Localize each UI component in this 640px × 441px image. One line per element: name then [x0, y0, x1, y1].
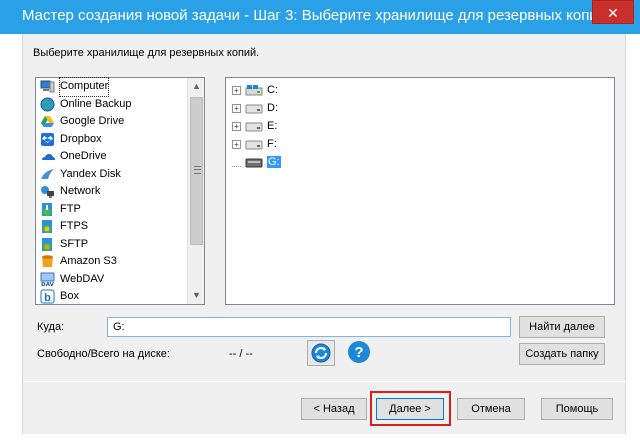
computer-icon — [40, 80, 55, 93]
storage-item-label: Dropbox — [60, 132, 102, 145]
scroll-thumb[interactable] — [190, 97, 203, 245]
drive-node-g[interactable]: G: — [232, 153, 281, 171]
find-next-button[interactable]: Найти далее — [519, 316, 605, 338]
storage-items: Computer Online Backup Google Drive Dropbox… — [36, 77, 188, 306]
window-title: Мастер создания новой задачи - Шаг 3: Вы… — [22, 7, 607, 24]
storage-item-box[interactable]: b Box — [36, 288, 188, 306]
onedrive-icon — [42, 154, 55, 161]
back-button[interactable]: < Назад — [301, 398, 367, 420]
storage-item-label: OneDrive — [60, 150, 107, 162]
yandex-disk-icon — [41, 168, 54, 179]
system-drive-icon — [245, 85, 263, 96]
cancel-button[interactable]: Отмена — [457, 398, 525, 420]
storage-item-webdav[interactable]: DAV WebDAV — [36, 271, 188, 289]
drive-label: C: — [267, 84, 278, 96]
storage-list-scrollbar[interactable]: ▲ ▼ — [187, 78, 204, 304]
expand-icon[interactable]: + — [232, 139, 241, 149]
svg-text:?: ? — [354, 344, 363, 361]
refresh-icon[interactable] — [307, 340, 335, 366]
storage-item-google-drive[interactable]: Google Drive — [36, 113, 188, 131]
disk-space-label: Свободно/Всего на диске: — [37, 348, 170, 360]
help-button[interactable]: Помощь — [541, 398, 613, 420]
storage-item-label: Network — [60, 185, 101, 197]
drive-icon — [245, 104, 263, 114]
drive-node-e[interactable]: + E: — [232, 117, 277, 135]
network-icon — [41, 186, 54, 199]
create-folder-button[interactable]: Создать папку — [519, 343, 605, 365]
storage-item-label: Computer — [58, 77, 110, 97]
storage-item-label: WebDAV — [60, 272, 105, 285]
ftps-icon — [42, 220, 52, 234]
drive-tree[interactable]: + C: + D: + E: + F: G: — [225, 77, 615, 305]
sftp-icon — [42, 237, 52, 251]
title-bar: Мастер создания новой задачи - Шаг 3: Вы… — [0, 0, 640, 34]
scroll-down-arrow[interactable]: ▼ — [188, 287, 205, 304]
storage-item-ftps[interactable]: FTPS — [36, 218, 188, 236]
storage-item-onedrive[interactable]: OneDrive — [36, 148, 188, 166]
drive-label: F: — [267, 138, 277, 150]
storage-item-label: FTP — [60, 202, 81, 215]
wizard-body: Выберите хранилище для резервных копий. … — [22, 34, 627, 434]
storage-item-online-backup[interactable]: Online Backup — [36, 96, 188, 114]
globe-icon — [40, 97, 55, 112]
drive-node-f[interactable]: + F: — [232, 135, 277, 153]
drive-label: D: — [267, 102, 278, 114]
storage-item-label: SFTP — [60, 237, 89, 250]
drive-node-d[interactable]: + D: — [232, 99, 278, 117]
dropbox-icon — [41, 132, 54, 146]
box-icon: b — [40, 289, 55, 304]
close-button[interactable]: ✕ — [592, 0, 634, 24]
destination-label: Куда: — [37, 321, 65, 333]
drive-label: E: — [267, 120, 278, 132]
storage-item-dropbox[interactable]: Dropbox — [36, 131, 188, 149]
webdav-icon: DAV — [40, 272, 55, 287]
storage-item-label: Amazon S3 — [60, 255, 117, 267]
storage-item-label: Google Drive — [60, 115, 125, 127]
storage-item-yandex-disk[interactable]: Yandex Disk — [36, 166, 188, 184]
help-icon[interactable]: ? — [347, 340, 371, 364]
footer-separator — [23, 381, 627, 382]
svg-text:DAV: DAV — [41, 282, 54, 287]
storage-item-sftp[interactable]: SFTP — [36, 236, 188, 254]
storage-item-label: FTPS — [60, 220, 89, 232]
drive-label: G: — [267, 156, 281, 168]
expand-icon[interactable]: + — [232, 103, 241, 113]
expand-icon[interactable]: + — [232, 121, 241, 131]
next-button-highlight — [370, 391, 451, 426]
storage-item-amazon-s3[interactable]: Amazon S3 — [36, 253, 188, 271]
tree-connector — [232, 158, 241, 167]
expand-icon[interactable]: + — [232, 85, 241, 95]
storage-prompt: Выберите хранилище для резервных копий. — [33, 47, 260, 59]
drive-icon — [245, 122, 263, 132]
amazon-s3-icon — [42, 255, 53, 268]
scroll-up-arrow[interactable]: ▲ — [188, 78, 205, 95]
storage-item-label: Yandex Disk — [60, 167, 121, 180]
storage-item-label: Box — [60, 290, 79, 302]
destination-input[interactable] — [107, 317, 511, 337]
storage-item-label: Online Backup — [60, 97, 132, 110]
disk-space-value: -- / -- — [229, 348, 253, 360]
scroll-grip-icon — [194, 166, 201, 174]
storage-item-computer[interactable]: Computer — [36, 77, 188, 97]
storage-list[interactable]: Computer Online Backup Google Drive Dropbox… — [35, 77, 205, 305]
svg-text:b: b — [44, 292, 51, 304]
storage-item-network[interactable]: Network — [36, 183, 188, 201]
drive-icon — [245, 140, 263, 150]
storage-item-ftp[interactable]: FTP — [36, 201, 188, 219]
ftp-icon — [42, 202, 52, 216]
drive-node-c[interactable]: + C: — [232, 81, 278, 99]
google-drive-icon — [41, 116, 54, 128]
removable-drive-icon — [245, 158, 263, 168]
